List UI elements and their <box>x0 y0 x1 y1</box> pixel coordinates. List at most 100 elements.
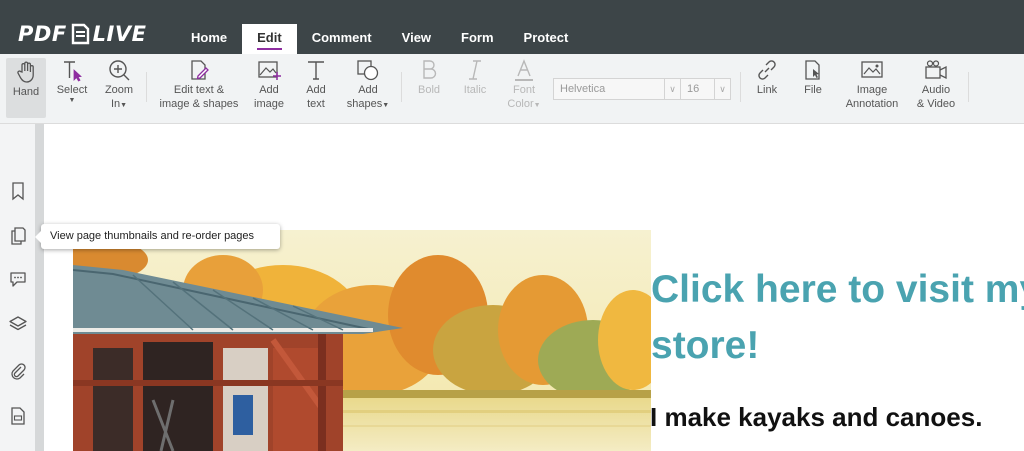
bold-label: Bold <box>417 84 441 96</box>
tab-edit[interactable]: Edit <box>242 24 297 54</box>
font-color-button[interactable]: Font Color▼ <box>505 58 543 113</box>
add-image-button[interactable]: Add image <box>252 58 286 111</box>
text-select-icon <box>64 61 82 82</box>
file-label: File <box>804 84 822 96</box>
edit-text-label-2: image & shapes <box>159 98 239 110</box>
font-color-label-2: Color▼ <box>507 97 540 113</box>
add-shapes-label-1: Add <box>358 84 378 96</box>
toolbar-divider <box>401 72 402 102</box>
image-annotation-label-2: Annotation <box>845 98 899 110</box>
edit-document-icon <box>191 60 209 80</box>
form-fields-button[interactable] <box>8 406 28 426</box>
link-label: Link <box>756 84 778 96</box>
tab-view[interactable]: View <box>387 24 446 54</box>
toolbar-divider <box>740 72 741 102</box>
image-annotation-button[interactable]: Image Annotation <box>841 58 903 111</box>
attachments-button[interactable] <box>8 361 28 381</box>
headline-line-1: Click here to visit my <box>651 268 1024 311</box>
audio-video-label-2: & Video <box>916 98 956 110</box>
zoom-caret-icon: ▼ <box>120 102 128 109</box>
hand-label: Hand <box>12 86 40 98</box>
audio-video-button[interactable]: Audio & Video <box>913 58 959 111</box>
zoom-in-icon <box>109 60 130 81</box>
bold-icon <box>423 60 437 79</box>
add-shapes-caret-icon: ▼ <box>382 102 390 109</box>
logo-text-left: PDF <box>18 22 67 46</box>
add-shapes-label-2: shapes▼ <box>347 97 389 113</box>
file-attach-icon <box>805 60 820 80</box>
sidebar-divider[interactable] <box>35 124 44 451</box>
font-color-label-1: Font <box>512 84 535 96</box>
comments-icon <box>10 272 26 287</box>
boathouse-lake-image <box>73 230 651 451</box>
main-nav: Home Edit Comment View Form Protect <box>176 24 583 54</box>
chevron-down-icon: ∨ <box>664 79 680 99</box>
image-annotation-icon <box>861 61 883 78</box>
bookmark-icon <box>12 182 24 201</box>
tab-protect[interactable]: Protect <box>509 24 584 54</box>
headline-line-2: store! <box>651 324 760 367</box>
add-text-label-1: Add <box>306 84 326 96</box>
toolbar-divider <box>968 72 969 102</box>
zoom-in-sub-label: In <box>110 98 121 110</box>
store-link-headline[interactable]: Click here to visit my store! <box>651 262 1024 374</box>
font-size-select[interactable]: 16 ∨ <box>680 78 731 100</box>
audio-video-label-1: Audio <box>921 84 951 96</box>
file-button[interactable]: File <box>798 58 828 97</box>
italic-button[interactable]: Italic <box>460 58 490 97</box>
edit-text-label-1: Edit text & <box>173 84 225 96</box>
select-caret-icon: ▼ <box>68 97 76 104</box>
comments-button[interactable] <box>8 269 28 289</box>
form-document-icon <box>11 407 25 425</box>
italic-icon <box>469 60 481 80</box>
add-text-label-2: text <box>307 98 325 110</box>
font-size-value: 16 <box>687 83 700 95</box>
paperclip-icon <box>11 363 26 380</box>
bookmarks-button[interactable] <box>8 181 28 201</box>
edit-toolbar: Hand Select ▼ Zoom In▼ Edit text & image… <box>0 54 1024 124</box>
document-page[interactable]: Click here to visit my store! I make kay… <box>44 124 1024 451</box>
zoom-in-label: In▼ <box>111 97 127 113</box>
zoom-in-button[interactable]: Zoom In▼ <box>101 58 137 113</box>
tab-edit-label: Edit <box>257 30 282 50</box>
add-text-button[interactable]: Add text <box>300 58 332 111</box>
font-color-sub-label: Color <box>507 98 534 110</box>
app-logo[interactable]: PDF LIVE <box>18 20 146 48</box>
hand-tool-button[interactable]: Hand <box>6 58 46 118</box>
video-camera-icon <box>925 60 947 80</box>
layers-button[interactable] <box>8 314 28 334</box>
toolbar-divider <box>146 72 147 102</box>
select-tool-button[interactable]: Select ▼ <box>55 58 89 105</box>
tab-form[interactable]: Form <box>446 24 509 54</box>
left-sidebar <box>0 124 35 451</box>
hand-icon <box>17 61 34 83</box>
logo-text-right: LIVE <box>92 22 147 46</box>
font-color-caret-icon: ▼ <box>533 102 541 109</box>
add-text-icon <box>308 61 324 80</box>
add-shapes-button[interactable]: Add shapes▼ <box>346 58 390 113</box>
tab-comment[interactable]: Comment <box>297 24 387 54</box>
logo-document-icon <box>71 23 89 45</box>
kayaks-subline: I make kayaks and canoes. <box>650 402 983 432</box>
page-thumbnails-button[interactable] <box>8 225 28 245</box>
tab-home[interactable]: Home <box>176 24 242 54</box>
font-family-select[interactable]: Helvetica ∨ <box>553 78 681 100</box>
bold-button[interactable]: Bold <box>414 58 444 97</box>
link-icon <box>758 60 776 80</box>
font-family-value: Helvetica <box>560 83 606 95</box>
boathouse-photo[interactable] <box>73 230 651 451</box>
add-image-label-2: image <box>254 98 284 110</box>
chevron-down-icon: ∨ <box>714 79 730 99</box>
font-color-icon <box>515 59 533 81</box>
add-image-icon <box>258 61 281 80</box>
layers-icon <box>9 316 27 331</box>
image-annotation-label-1: Image <box>856 84 888 96</box>
add-shapes-icon <box>357 60 379 81</box>
edit-text-image-shapes-button[interactable]: Edit text & image & shapes <box>156 58 242 111</box>
add-shapes-sub-label: shapes <box>346 98 383 110</box>
zoom-label: Zoom <box>104 84 134 96</box>
link-button[interactable]: Link <box>752 58 782 97</box>
thumbnails-tooltip: View page thumbnails and re-order pages <box>35 224 280 249</box>
top-bar: PDF LIVE Home Edit Comment View Form Pro… <box>0 0 1024 54</box>
italic-label: Italic <box>463 84 487 96</box>
